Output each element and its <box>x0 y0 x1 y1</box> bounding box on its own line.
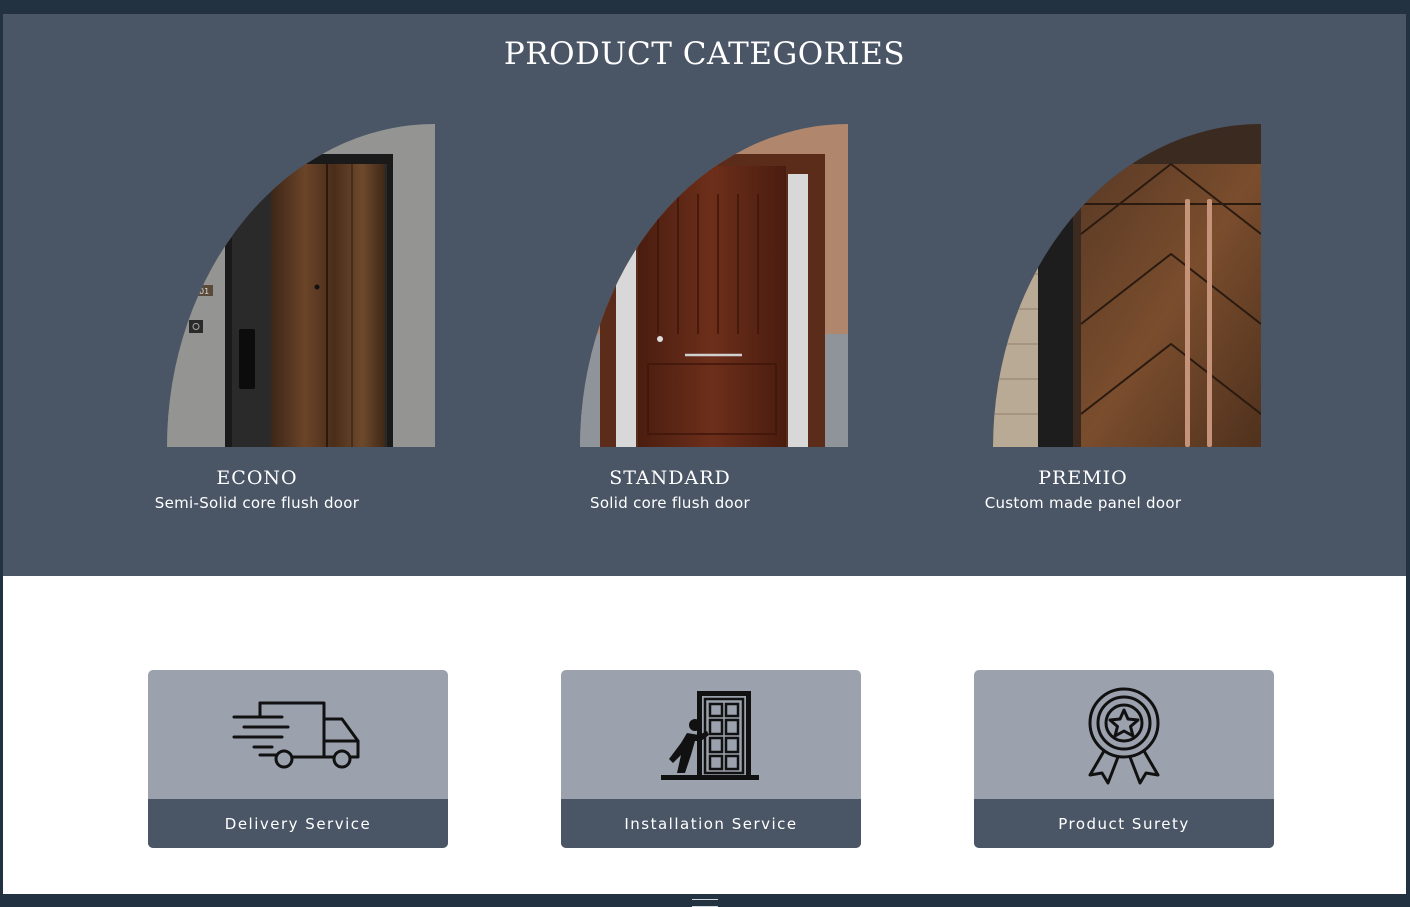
service-label: Delivery Service <box>148 799 448 848</box>
category-description: Solid core flush door <box>590 494 750 512</box>
category-description: Custom made panel door <box>984 494 1182 512</box>
category-name: ECONO <box>216 467 298 489</box>
section-title: PRODUCT CATEGORIES <box>503 36 906 72</box>
delivery-truck-icon <box>232 701 360 768</box>
door-number-plate: 1801 <box>189 287 209 296</box>
award-badge-icon <box>1088 687 1160 784</box>
category-name: PREMIO <box>1038 467 1128 489</box>
service-icon-area <box>974 670 1274 799</box>
service-label: Installation Service <box>561 799 861 848</box>
service-card-delivery[interactable]: Delivery Service <box>148 670 448 848</box>
category-description: Semi-Solid core flush door <box>154 494 360 512</box>
product-categories-section: PRODUCT CATEGORIES 1801 ECONO Semi-Solid… <box>3 14 1406 576</box>
service-label: Product Surety <box>974 799 1274 848</box>
scroll-handle[interactable] <box>692 899 718 907</box>
door-installation-icon <box>661 690 759 780</box>
service-card-installation[interactable]: Installation Service <box>561 670 861 848</box>
service-icon-area <box>148 670 448 799</box>
page-frame: PRODUCT CATEGORIES 1801 ECONO Semi-Solid… <box>3 14 1406 894</box>
service-icon-area <box>561 670 861 799</box>
category-name: STANDARD <box>609 467 731 489</box>
econo-door-image[interactable]: 1801 <box>167 124 435 447</box>
service-card-surety[interactable]: Product Surety <box>974 670 1274 848</box>
standard-door-image[interactable] <box>580 124 848 447</box>
premio-door-image[interactable] <box>993 124 1261 447</box>
